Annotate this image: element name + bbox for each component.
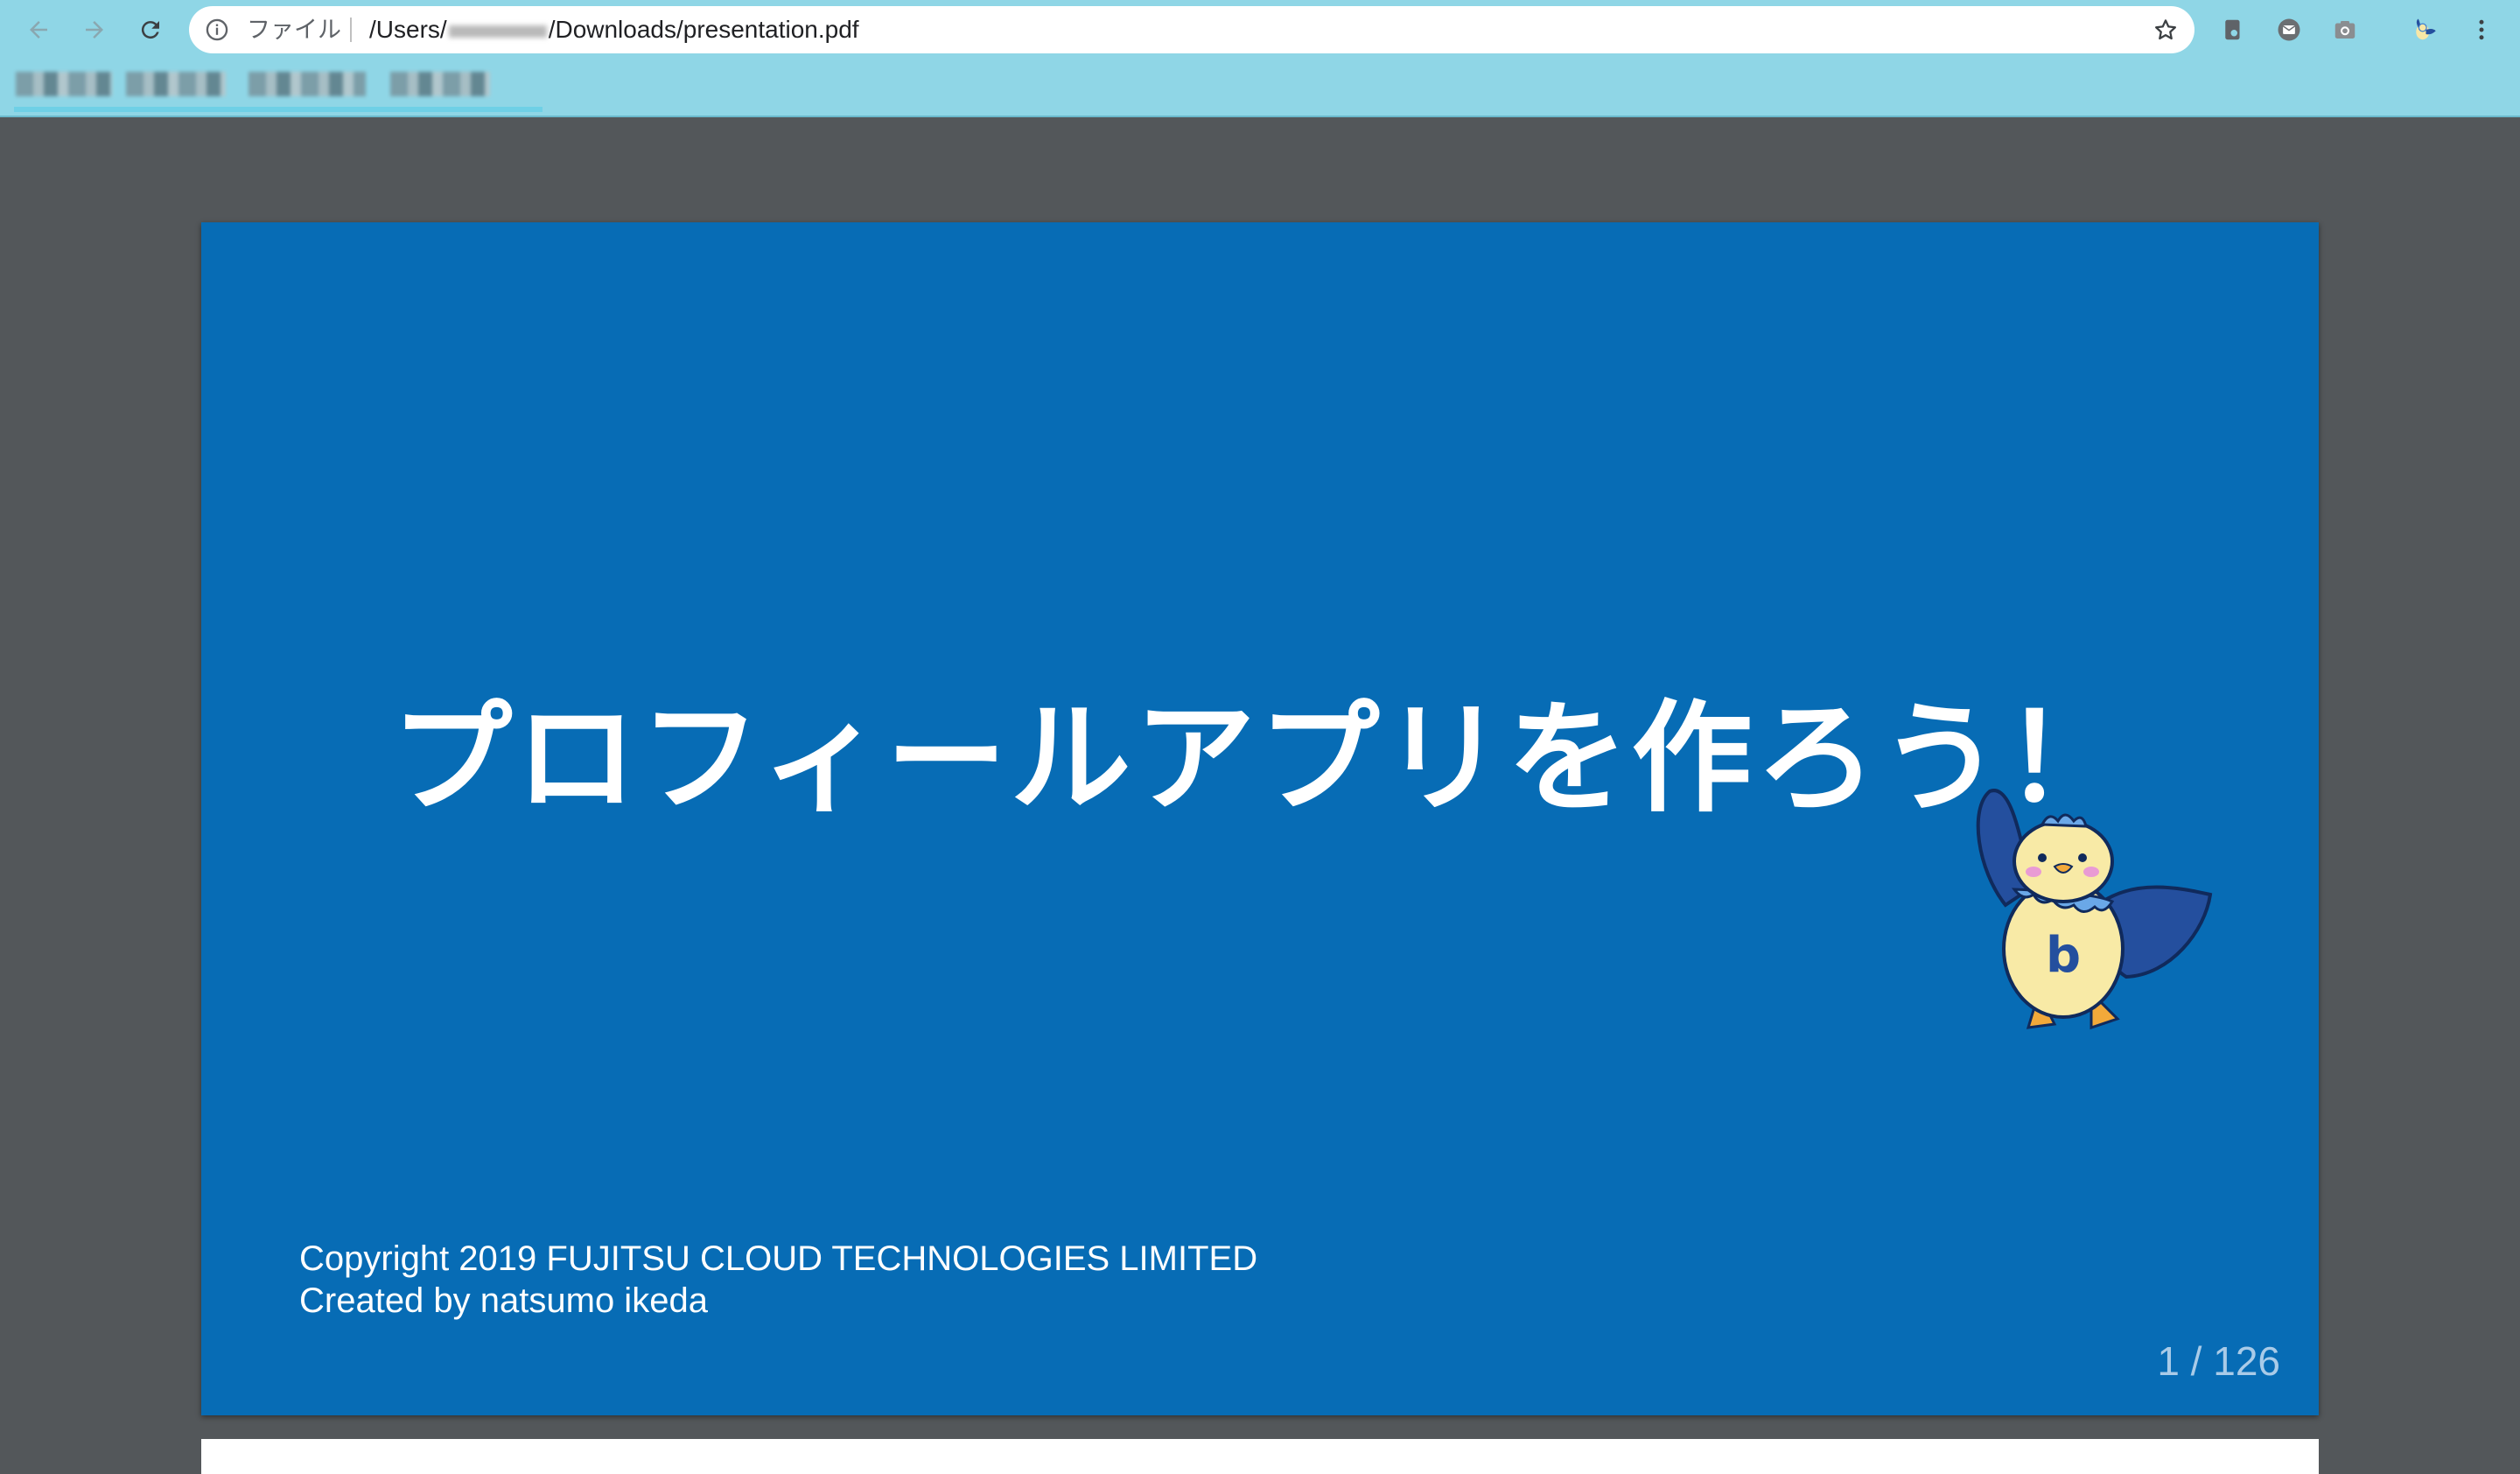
info-icon[interactable] (205, 18, 229, 42)
url-prefix: /Users/ (369, 16, 447, 43)
reload-icon (141, 21, 159, 39)
kebab-menu-icon (2479, 19, 2484, 40)
extension-mail-button[interactable] (2273, 14, 2305, 46)
file-scheme-label: ファイル (247, 17, 341, 43)
redacted-username (448, 25, 547, 38)
mail-icon (2278, 18, 2300, 41)
reload-button[interactable] (133, 12, 168, 47)
svg-text:b: b (2046, 927, 2081, 984)
star-icon[interactable] (2152, 17, 2179, 43)
camera-icon (2334, 21, 2356, 39)
bird-mascot-illustration: b (1976, 789, 2213, 1030)
copyright-line: Copyright 2019 FUJITSU CLOUD TECHNOLOGIE… (299, 1239, 1258, 1278)
browser-menu-button[interactable] (2466, 14, 2497, 46)
address-bar[interactable]: ファイル /Users/ /Downloads/presentation.pdf (189, 6, 2194, 53)
forward-arrow-icon (86, 21, 103, 39)
pdf-page-1: プロフィールアプリを作ろう！ b Copyright 2019 FUJITSU … (201, 222, 2319, 1415)
bookmark-item-redacted[interactable] (390, 72, 490, 96)
extension-bookmark-button[interactable] (2217, 14, 2249, 46)
bookmark-item-redacted[interactable] (248, 72, 366, 96)
bookmark-item-redacted[interactable] (126, 72, 226, 96)
slide-copyright: Copyright 2019 FUJITSU CLOUD TECHNOLOGIE… (299, 1238, 1257, 1322)
back-button[interactable] (21, 12, 56, 47)
bird-avatar-icon (2416, 18, 2436, 40)
omnibox-separator (350, 18, 352, 42)
pdf-viewer[interactable]: プロフィールアプリを作ろう！ b Copyright 2019 FUJITSU … (0, 117, 2520, 1474)
url-suffix: /Downloads/presentation.pdf (548, 16, 859, 43)
url-text[interactable]: /Users/ /Downloads/presentation.pdf (369, 6, 859, 53)
bookmarks-bar (0, 58, 2520, 117)
bookmark-extension-icon (2225, 19, 2240, 40)
extension-camera-button[interactable] (2329, 14, 2361, 46)
page-counter: 1 / 126 (2157, 1338, 2280, 1384)
browser-toolbar: ファイル /Users/ /Downloads/presentation.pdf (0, 0, 2520, 58)
forward-button[interactable] (77, 12, 112, 47)
author-line: Created by natsumo ikeda (299, 1281, 708, 1320)
pdf-page-2 (201, 1439, 2319, 1474)
bookmark-item-redacted[interactable] (16, 72, 112, 96)
profile-avatar-button[interactable] (2408, 14, 2440, 46)
bookmark-active-underline (14, 107, 542, 112)
back-arrow-icon (30, 21, 47, 39)
